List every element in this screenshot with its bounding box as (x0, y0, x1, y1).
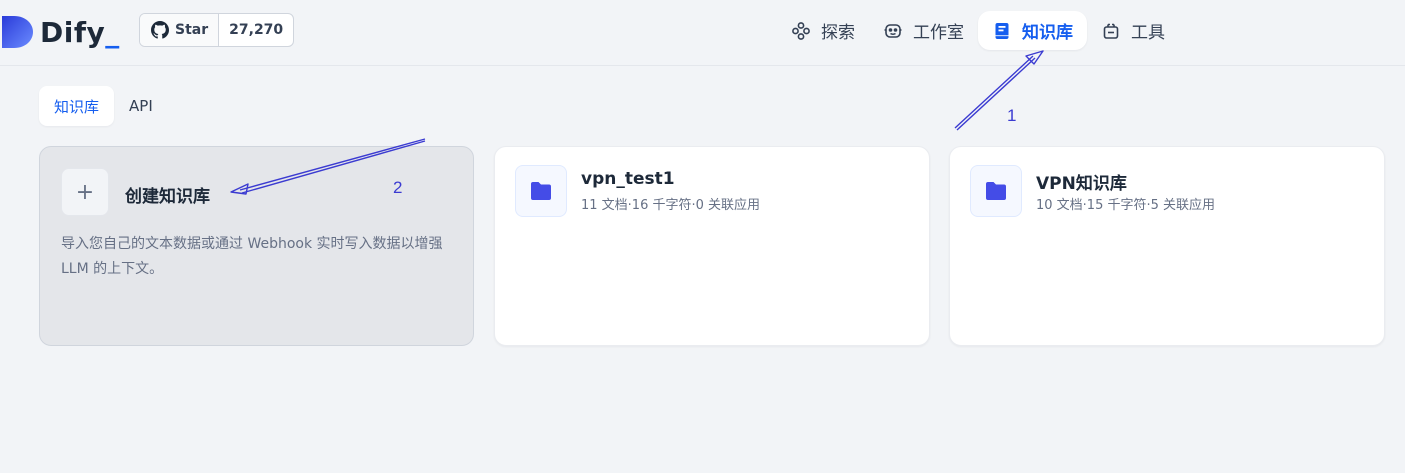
tab-knowledge[interactable]: 知识库 (39, 86, 115, 126)
dataset-meta: 11 文档·16 千字符·0 关联应用 (581, 198, 761, 213)
dify-logo-mark (2, 16, 33, 48)
logo-text: Dify_ (40, 15, 120, 49)
dataset-card[interactable]: VPN知识库 10 文档·15 千字符·5 关联应用 (949, 146, 1385, 346)
create-knowledge-description: 导入您自己的文本数据或通过 Webhook 实时写入数据以增强 LLM 的上下文… (61, 236, 443, 277)
dataset-card[interactable]: vpn_test1 11 文档·16 千字符·0 关联应用 (494, 146, 930, 346)
main-nav: 探索 工作室 知识库 工具 (777, 11, 1179, 50)
create-knowledge-title: 创建知识库 (125, 187, 210, 207)
nav-tools[interactable]: 工具 (1087, 11, 1179, 50)
github-star-button[interactable]: Star 27,270 (139, 13, 295, 47)
create-knowledge-card[interactable]: + 创建知识库 导入您自己的文本数据或通过 Webhook 实时写入数据以增强 … (39, 146, 474, 346)
dify-logo[interactable]: Dify_ (0, 12, 120, 52)
github-star[interactable]: Star (140, 14, 220, 46)
robot-icon (884, 23, 902, 38)
nav-knowledge[interactable]: 知识库 (978, 11, 1087, 50)
dataset-name: VPN知识库 (1036, 174, 1127, 194)
book-icon (995, 22, 1009, 39)
annotation-label-1: 1 (1007, 106, 1017, 125)
github-icon (151, 21, 169, 39)
github-star-count: 27,270 (229, 22, 284, 38)
dataset-meta: 10 文档·15 千字符·5 关联应用 (1036, 198, 1216, 213)
folder-icon (970, 165, 1022, 217)
top-header: Dify_ Star 27,270 探索 工作室 知识库 工具 (0, 0, 1405, 66)
dataset-name: vpn_test1 (581, 169, 675, 189)
plus-icon: + (61, 168, 109, 216)
nav-studio[interactable]: 工作室 (869, 11, 978, 50)
sub-tabs: 知识库 API (39, 86, 168, 126)
folder-icon (515, 165, 567, 217)
tab-api[interactable]: API (114, 86, 168, 126)
explore-icon (792, 21, 810, 40)
tool-icon (1103, 23, 1119, 39)
annotation-label-2: 2 (393, 178, 403, 197)
nav-explore[interactable]: 探索 (777, 11, 869, 50)
